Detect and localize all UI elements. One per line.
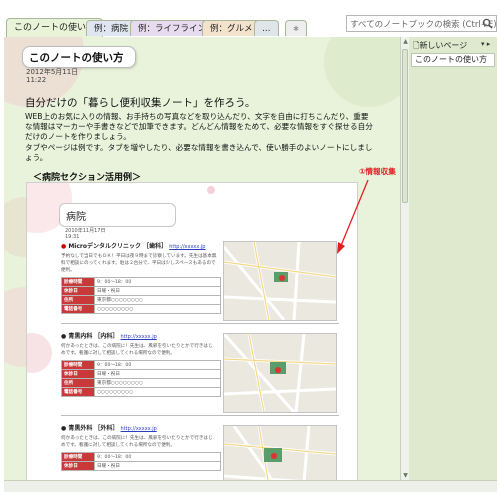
info-value: 日曜・祝日 [94, 369, 221, 379]
example-title: 病院 [66, 212, 86, 223]
map-image [223, 425, 337, 480]
search-input[interactable]: すべてのノートブックの検索 (Ctrl+E) [346, 15, 497, 32]
map-image [223, 333, 337, 413]
info-value: 9：00～18：00 [94, 277, 221, 287]
new-page-button[interactable]: 🗋新しいページ [413, 40, 467, 54]
table-row: 電話番号 ○○○○○○○○○ [61, 387, 221, 397]
info-key: 休診日 [61, 369, 95, 379]
tab-gourmet[interactable]: 例：グルメ [202, 20, 261, 36]
page-date-day: 2012年5月11日 [26, 68, 79, 76]
info-key: 診療時間 [61, 360, 95, 370]
table-row: 診療時間 9：00～18：00 [61, 277, 221, 287]
map-graphic [224, 426, 336, 480]
info-value: 9：00～18：00 [94, 360, 221, 370]
info-key: 休診日 [61, 286, 95, 296]
clinic-url[interactable]: http://xxxxx.jp [121, 334, 157, 340]
info-key: 電話番号 [61, 387, 95, 397]
info-key: 電話番号 [61, 304, 95, 314]
clinic-name: ● 青黒内科 [61, 333, 93, 340]
clinic-info-table: 診療時間 9：00～18：00 休診日 日曜・祝日 住所 東京都○○○○○○○○ 電話… [61, 277, 221, 314]
clinic-description: 予約なしで当日でもＯＫ！平日は夜９時まで診察しています。先生は基本無料で相談にの… [61, 254, 217, 273]
info-value: 東京都○○○○○○○○ [94, 295, 221, 305]
chevron-down-icon[interactable]: ▾ ▸ [481, 40, 490, 48]
page-heading: 自分だけの「暮らし便利収集ノート」を作ろう。 [25, 97, 256, 109]
divider [61, 415, 339, 416]
page-list-item[interactable]: このノートの使い方 [411, 53, 495, 67]
example-date: 2010年11月17日 19:31 [65, 228, 105, 240]
table-row: 診療時間 9：00～18：00 [61, 452, 221, 462]
clinic-description: 何かあったときは、この病院に！先生は、風邪を引いたりとかで行きはじめです。看護に… [61, 436, 213, 448]
clinic-entry: ● Microデンタルクリニック ［歯科］ http://xxxxx.jp 予約… [61, 241, 221, 314]
example-screenshot: 病院 2010年11月17日 19:31 ● Microデンタルクリニック ［歯… [26, 182, 358, 480]
clinic-kind: ［歯科］ [143, 243, 168, 250]
example-date-time: 19:31 [65, 234, 80, 240]
clinic-name: ● 青黒外科 [61, 425, 93, 432]
clinic-entry: ● 青黒外科 ［外科］ http://xxxxx.jp 何かあったときは、この病… [61, 423, 221, 471]
decor-circle [207, 186, 215, 194]
page-title: このノートの使い方 [29, 52, 124, 64]
page-date: 2012年5月11日 11:22 [26, 68, 78, 84]
new-page-label: 新しいページ [419, 41, 468, 50]
decor-circle [27, 333, 52, 373]
clinic-entry: ● 青黒内科 ［内科］ http://xxxxx.jp 何かあったときは、この病… [61, 331, 221, 397]
info-value: 日曜・祝日 [94, 286, 221, 296]
magnifier-icon[interactable] [482, 18, 493, 29]
table-row: 住所 東京都○○○○○○○○ [61, 295, 221, 305]
info-key: 住所 [61, 378, 95, 388]
bottom-bar [4, 480, 497, 492]
page-date-time: 11:22 [26, 76, 47, 84]
scroll-up-icon[interactable]: ▲ [402, 37, 409, 46]
add-tab-button[interactable]: ✱ [285, 20, 307, 36]
page-body: WEB上のお気に入りの情報、お手持ちの写真などを取り込んだり、文字を自由に打ちこ… [25, 112, 373, 162]
info-value: ○○○○○○○○○ [94, 387, 221, 397]
map-image [223, 241, 337, 321]
map-graphic [224, 334, 336, 412]
info-key: 診療時間 [61, 277, 95, 287]
clinic-kind: ［内科］ [94, 333, 119, 340]
clinic-name-line: ● 青黒外科 ［外科］ http://xxxxx.jp [61, 423, 221, 432]
info-value: ○○○○○○○○○ [94, 304, 221, 314]
info-key: 休診日 [61, 461, 95, 471]
clinic-info-table: 診療時間 9：00～18：00 休診日 日曜・祝日 [61, 452, 221, 471]
table-row: 電話番号 ○○○○○○○○○ [61, 304, 221, 314]
clinic-description: 何かあったときは、この病院に！先生は、風邪を引いたりとかで行きはじめです。看護に… [61, 344, 213, 356]
divider [61, 323, 339, 324]
scroll-down-icon[interactable]: ▼ [402, 471, 409, 480]
clinic-info-table: 診療時間 9：00～18：00 休診日 日曜・祝日 住所 東京都○○○○○○○○ 電話… [61, 360, 221, 397]
scrollbar-thumb[interactable] [402, 49, 408, 203]
example-title-box: 病院 [59, 203, 176, 227]
note-page[interactable]: このノートの使い方 2012年5月11日 11:22 自分だけの「暮らし便利収集… [4, 37, 400, 480]
search-placeholder: すべてのノートブックの検索 (Ctrl+E) [350, 20, 497, 30]
info-key: 診療時間 [61, 452, 95, 462]
info-key: 住所 [61, 295, 95, 305]
clinic-name-line: ● Microデンタルクリニック ［歯科］ http://xxxxx.jp [61, 241, 221, 250]
tab-more[interactable]: … [254, 20, 279, 36]
clinic-url[interactable]: http://xxxxx.jp [121, 426, 157, 432]
decor-circle [324, 37, 400, 107]
info-value: 東京都○○○○○○○○ [94, 378, 221, 388]
clinic-url[interactable]: http://xxxxx.jp [169, 244, 205, 250]
map-graphic [224, 242, 336, 320]
callout-arrow-icon [337, 179, 369, 254]
page-list-panel: 🗋新しいページ ▾ ▸ このノートの使い方 [409, 37, 497, 480]
info-value: 日曜・祝日 [94, 461, 221, 471]
clinic-kind: ［外科］ [94, 425, 119, 432]
table-row: 休診日 日曜・祝日 [61, 369, 221, 379]
table-row: 住所 東京都○○○○○○○○ [61, 378, 221, 388]
table-row: 休診日 日曜・祝日 [61, 461, 221, 471]
table-row: 休診日 日曜・祝日 [61, 286, 221, 296]
table-row: 診療時間 9：00～18：00 [61, 360, 221, 370]
info-value: 9：00～18：00 [94, 452, 221, 462]
clinic-name: Microデンタルクリニック [68, 243, 141, 250]
clinic-name-line: ● 青黒内科 ［内科］ http://xxxxx.jp [61, 331, 221, 340]
tab-hospital[interactable]: 例：病院 [86, 20, 137, 36]
page-title-box[interactable]: このノートの使い方 [22, 46, 136, 68]
